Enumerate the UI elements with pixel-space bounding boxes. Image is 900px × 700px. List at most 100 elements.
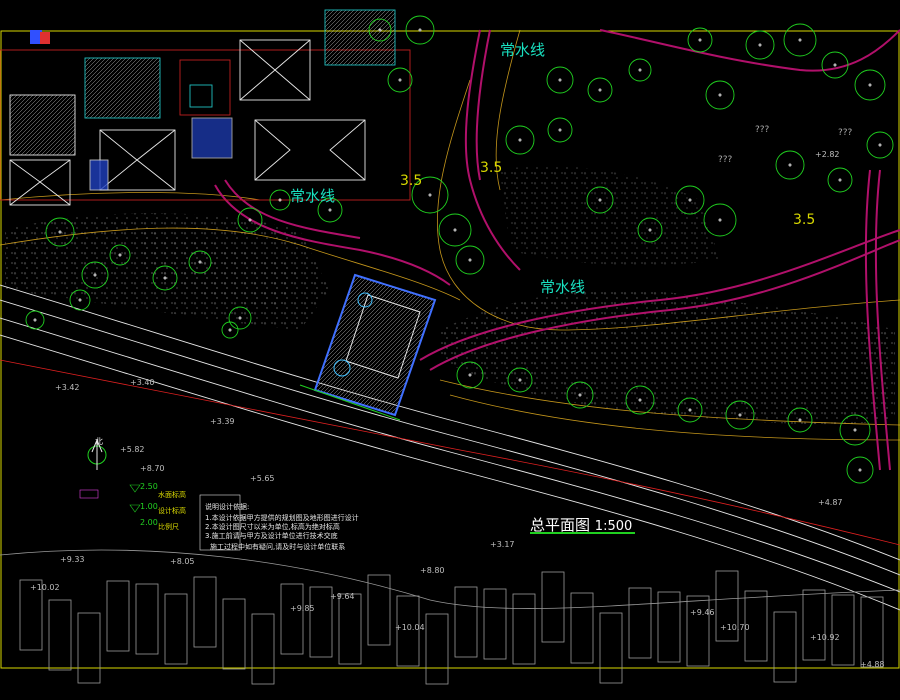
house-outline	[77, 612, 101, 684]
tree-center-icon	[428, 193, 432, 197]
title-scale: 1:500	[594, 519, 633, 534]
house-outline	[454, 586, 478, 658]
tree-center-icon	[328, 208, 332, 212]
tree-icon	[25, 310, 45, 330]
spot-elevation-label: +2.82	[815, 150, 840, 159]
tree-center-icon	[638, 68, 642, 72]
house-outline	[280, 583, 304, 655]
house-outline	[802, 589, 826, 661]
house-outline	[599, 612, 623, 684]
house-outline	[425, 613, 449, 685]
house-outline	[222, 598, 246, 670]
spot-elevation-label: +3.39	[210, 417, 235, 426]
water-line-label-3: 常水线	[540, 278, 586, 296]
legend-note-2: 设计标高	[158, 507, 186, 515]
tree-icon	[547, 117, 573, 143]
tree-center-icon	[853, 428, 857, 432]
spot-elevation-label: +8.70	[140, 464, 165, 473]
tree-icon	[438, 213, 472, 247]
tree-center-icon	[518, 138, 522, 142]
tree-icon	[783, 23, 817, 57]
house-outline	[135, 583, 159, 655]
notes-footer: 施工过程中如有疑问,请及时与设计单位联系	[210, 543, 346, 551]
tree-icon	[846, 456, 874, 484]
tree-center-icon	[418, 28, 422, 32]
tree-center-icon	[718, 93, 722, 97]
spot-elevation-label: +9.85	[290, 604, 315, 613]
tree-center-icon	[598, 88, 602, 92]
tree-icon	[745, 30, 775, 60]
tree-center-icon	[558, 78, 562, 82]
spot-elevation-label: +10.92	[810, 633, 840, 642]
spot-elevation-label: +9.46	[690, 608, 715, 617]
spot-elevation-label: +9.33	[60, 555, 85, 564]
house-outline	[193, 576, 217, 648]
cad-drawing-canvas[interactable]	[0, 0, 900, 700]
spot-elevation-label: +5.65	[250, 474, 275, 483]
house-outline	[338, 593, 362, 665]
house-outline	[831, 594, 855, 666]
spot-elevation-label: +10.04	[395, 623, 425, 632]
tree-icon	[821, 51, 849, 79]
tree-center-icon	[833, 63, 837, 67]
tree-icon	[705, 80, 735, 110]
tree-center-icon	[453, 228, 457, 232]
legend-item-1: 2.50	[140, 482, 158, 491]
unknown-mark-3: ???	[838, 128, 853, 138]
tree-icon	[827, 167, 853, 193]
water-line-label-2: 常水线	[290, 187, 336, 205]
tree-icon	[505, 125, 535, 155]
drawing-title: 总平面图 1:500	[530, 514, 632, 535]
tree-center-icon	[468, 258, 472, 262]
tree-icon	[455, 245, 485, 275]
buildings-top	[0, 9, 411, 206]
tree-center-icon	[33, 318, 37, 322]
house-outline	[512, 593, 536, 665]
title-text: 总平面图	[530, 516, 591, 534]
spot-elevation-label: +10.02	[30, 583, 60, 592]
house-outline	[773, 611, 797, 683]
houses-bottom	[0, 549, 900, 685]
spot-elevation-label: +10.70	[720, 623, 750, 632]
notes-line-2: 2.本设计图尺寸以米为单位,标高为绝对标高	[205, 523, 340, 531]
house-outline	[309, 586, 333, 658]
tree-icon	[866, 131, 894, 159]
tree-icon	[703, 203, 737, 237]
house-outline	[570, 592, 594, 664]
tree-icon	[687, 27, 713, 53]
tree-center-icon	[878, 143, 882, 147]
tree-center-icon	[838, 178, 842, 182]
legend-item-2: 1.00	[140, 502, 158, 511]
tree-center-icon	[798, 38, 802, 42]
tree-icon	[387, 67, 413, 93]
house-outline	[860, 596, 884, 668]
tree-center-icon	[858, 468, 862, 472]
boundary-wall	[0, 549, 900, 609]
house-outline	[106, 580, 130, 652]
tree-center-icon	[698, 38, 702, 42]
unknown-mark-2: ???	[718, 155, 733, 165]
elevation-label-1: 3.5	[400, 173, 423, 189]
tree-center-icon	[718, 218, 722, 222]
spot-elevation-label: +3.42	[55, 383, 80, 392]
spot-elevation-label: +8.05	[170, 557, 195, 566]
house-outline	[628, 587, 652, 659]
spot-elevation-label: +3.40	[130, 378, 155, 387]
house-outline	[541, 571, 565, 643]
tree-icon	[221, 321, 239, 339]
tree-center-icon	[558, 128, 562, 132]
elevation-label-3: 3.5	[793, 212, 816, 228]
house-outline	[686, 595, 710, 667]
tree-center-icon	[788, 163, 792, 167]
spot-elevation-label: +4.88	[860, 660, 885, 669]
spot-elevation-label: +9.64	[330, 592, 355, 601]
red-marker	[40, 32, 50, 44]
house-outline	[483, 588, 507, 660]
spot-elevation-label: +8.80	[420, 566, 445, 575]
tree-center-icon	[758, 43, 762, 47]
tree-center-icon	[468, 373, 472, 377]
unknown-mark-1: ???	[755, 125, 770, 135]
legend-note-3: 比例尺	[158, 523, 179, 531]
water-line-label-1: 常水线	[500, 41, 546, 59]
elevation-label-2: 3.5	[480, 160, 503, 176]
